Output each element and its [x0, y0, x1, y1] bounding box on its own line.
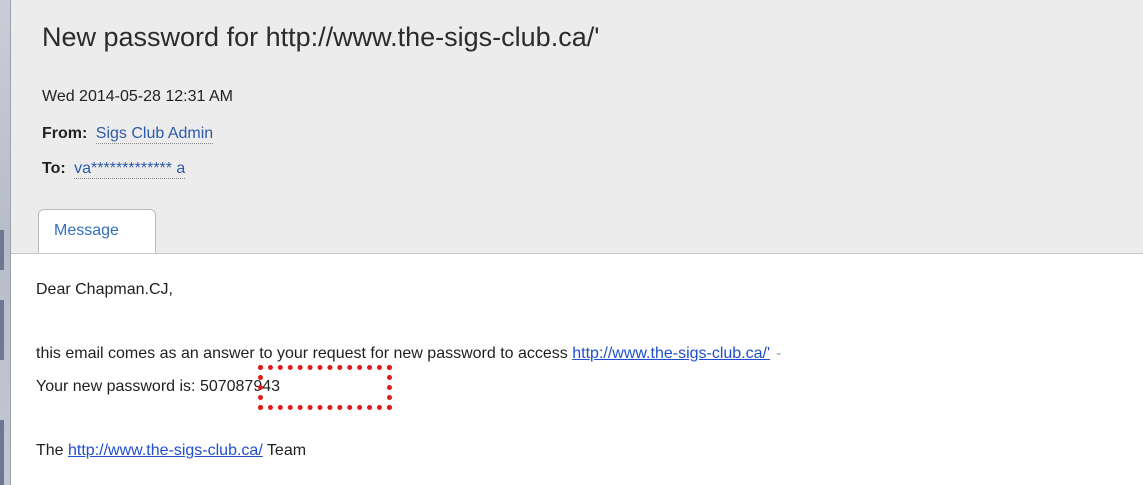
tab-message-label: Message [54, 222, 119, 239]
to-recipient[interactable]: va************* a [74, 160, 186, 179]
trailing-mark: - [776, 345, 782, 362]
request-text: this email comes as an answer to your re… [36, 345, 573, 362]
site-link[interactable]: http://www.the-sigs-club.ca/' [572, 345, 770, 362]
rail-mark [0, 230, 4, 270]
to-row: To: va************* a [42, 160, 186, 179]
request-line: this email comes as an answer to your re… [36, 345, 781, 363]
password-highlight-box [258, 365, 392, 410]
from-row: From: Sigs Club Admin [42, 125, 214, 144]
tab-message[interactable]: Message [38, 209, 156, 253]
from-label: From: [42, 125, 88, 142]
signature-line: The http://www.the-sigs-club.ca/ Team [36, 442, 306, 460]
rail-mark [0, 300, 4, 360]
email-date: Wed 2014-05-28 12:31 AM [42, 88, 233, 105]
to-label: To: [42, 160, 66, 177]
signature-suffix: Team [262, 442, 307, 459]
rail-mark [0, 420, 4, 485]
email-reading-pane: New password for http://www.the-sigs-clu… [0, 0, 1143, 485]
left-rail [0, 0, 11, 485]
signature-link[interactable]: http://www.the-sigs-club.ca/ [68, 442, 263, 459]
greeting: Dear Chapman.CJ, [36, 281, 173, 298]
from-sender[interactable]: Sigs Club Admin [95, 125, 214, 144]
email-body: Dear Chapman.CJ, this email comes as an … [11, 254, 1143, 485]
email-header: New password for http://www.the-sigs-clu… [11, 0, 1143, 254]
password-label: Your new password is: [36, 378, 200, 395]
signature-prefix: The [36, 442, 69, 459]
password-line: Your new password is: 507087943 [36, 378, 280, 396]
email-subject: New password for http://www.the-sigs-clu… [42, 22, 600, 52]
